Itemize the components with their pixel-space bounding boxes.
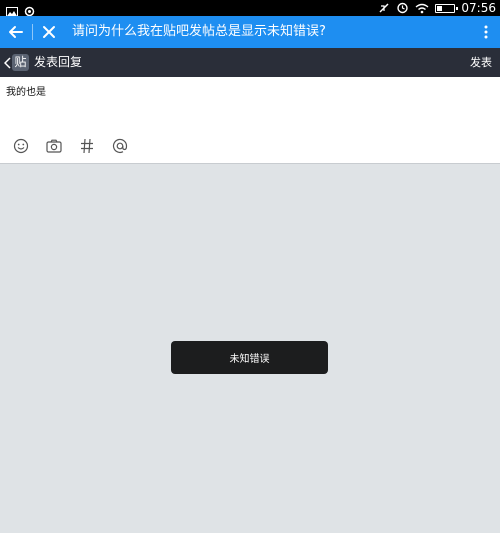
emoji-button[interactable] <box>12 137 30 155</box>
emoji-icon <box>13 138 29 154</box>
reply-input[interactable]: 我的也是 <box>6 83 46 98</box>
back-arrow-icon <box>9 26 23 38</box>
hashtag-button[interactable] <box>78 137 96 155</box>
tieba-logo: 贴 <box>12 54 29 71</box>
back-button[interactable] <box>4 20 28 44</box>
compose-toolbar <box>12 137 129 155</box>
sub-title: 发表回复 <box>34 55 83 69</box>
status-time: 07:56 <box>461 1 496 15</box>
page-title: 请问为什么我在贴吧发帖总是显示未知错误? <box>72 24 326 39</box>
error-toast: 未知错误 <box>171 341 328 374</box>
chevron-left-icon <box>4 56 11 69</box>
compose-area[interactable]: 我的也是 <box>0 77 500 164</box>
at-icon <box>112 138 128 153</box>
camera-icon <box>46 139 62 153</box>
battery-icon <box>435 3 459 13</box>
sub-back-button[interactable]: 贴 <box>4 54 29 71</box>
toast-message: 未知错误 <box>229 354 270 365</box>
battery-level <box>437 5 443 11</box>
sub-bar: 贴 发表回复 发表 <box>0 48 500 77</box>
alarm-icon <box>396 0 409 18</box>
more-options-button[interactable] <box>476 20 496 44</box>
wifi-icon <box>415 0 429 18</box>
app-bar: 请问为什么我在贴吧发帖总是显示未知错误? <box>0 16 500 48</box>
mute-icon <box>378 0 390 18</box>
mention-button[interactable] <box>111 137 129 155</box>
camera-button[interactable] <box>45 137 63 155</box>
app-bar-divider <box>32 24 33 40</box>
publish-button[interactable]: 发表 <box>470 48 492 77</box>
hashtag-icon <box>81 138 93 154</box>
status-bar: 07:56 <box>0 0 500 18</box>
close-button[interactable] <box>37 20 61 44</box>
more-vert-icon <box>484 25 488 39</box>
close-icon <box>43 26 55 38</box>
